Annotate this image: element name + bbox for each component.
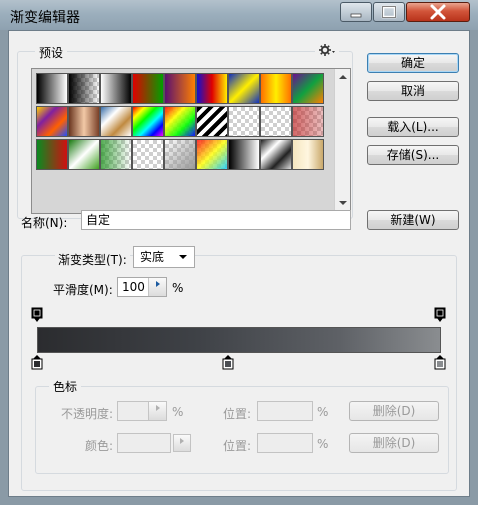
minimize-icon [350, 13, 362, 18]
swatch-blue-yellow-blue[interactable] [228, 73, 260, 104]
opacity-input[interactable] [117, 401, 167, 421]
opacity-stop-left[interactable] [31, 307, 43, 323]
swatch-checker-green[interactable] [100, 139, 132, 170]
close-icon [430, 4, 446, 20]
minimize-button[interactable] [340, 2, 372, 22]
swatch-transparent-stripes[interactable] [196, 106, 228, 137]
triangle-right-icon [180, 438, 184, 444]
swatch-checker-3[interactable] [132, 139, 164, 170]
close-button[interactable] [406, 2, 470, 22]
swatch-checker-red[interactable] [292, 106, 324, 137]
presets-menu-button[interactable] [315, 43, 339, 60]
smoothness-input[interactable]: 100 [117, 277, 167, 297]
opacity-slider-toggle[interactable] [148, 402, 166, 420]
color-picker-toggle[interactable] [173, 434, 191, 452]
swatch-transparent-rainbow[interactable] [164, 106, 196, 137]
swatch-white-black[interactable] [100, 73, 132, 104]
gear-icon [319, 44, 335, 56]
swatch-black-transparent[interactable] [68, 73, 100, 104]
delete-color-stop-button[interactable]: 删除(D) [349, 433, 439, 453]
color-location-input[interactable] [257, 433, 313, 453]
color-stop-label: 色标 [49, 378, 82, 395]
smoothness-value: 100 [122, 280, 145, 294]
gradient-type-value: 实底 [140, 250, 165, 264]
swatch-green-white[interactable] [68, 139, 100, 170]
color-swatch-field[interactable] [117, 433, 171, 453]
swatch-orange-yellow-orange[interactable] [260, 73, 292, 104]
chevron-down-icon [179, 255, 187, 259]
gradient-type-label: 渐变类型(T): [55, 251, 130, 268]
swatch-chrome-2[interactable] [260, 139, 292, 170]
color-label: 颜色: [85, 439, 114, 453]
dialog-client-area: 预设 确定 取消 载入(L)... 存储(S)... 名称(N): 自定 新建(… [8, 30, 470, 497]
name-label: 名称(N): [21, 216, 68, 230]
presets-label: 预设 [35, 44, 68, 61]
color-stop-right[interactable] [434, 354, 446, 370]
swatch-green-red[interactable] [36, 139, 68, 170]
title-bar[interactable]: 渐变编辑器 [0, 0, 478, 30]
opacity-location-input[interactable] [257, 401, 313, 421]
swatch-spectrum[interactable] [132, 106, 164, 137]
swatch-checker-4[interactable] [164, 139, 196, 170]
maximize-icon [381, 5, 397, 19]
color-stop-group [35, 386, 449, 474]
swatch-yellow-violet-orange-blue[interactable] [36, 106, 68, 137]
color-stop-left[interactable] [31, 354, 43, 370]
maximize-button[interactable] [373, 2, 405, 22]
triangle-right-icon [155, 281, 160, 287]
name-input[interactable]: 自定 [81, 210, 351, 230]
scroll-down-icon[interactable] [338, 199, 348, 207]
smoothness-slider-toggle[interactable] [148, 278, 166, 296]
swatch-black-white-2[interactable] [228, 139, 260, 170]
color-midpoint-stop[interactable] [222, 354, 234, 370]
opacity-unit: % [172, 405, 184, 419]
swatch-black-white[interactable] [36, 73, 68, 104]
opacity-location-unit: % [317, 405, 329, 419]
window-title: 渐变编辑器 [10, 10, 80, 26]
swatch-chrome[interactable] [100, 106, 132, 137]
preset-swatch-list[interactable] [31, 68, 351, 214]
preset-scrollbar[interactable] [334, 69, 350, 213]
gradient-type-select[interactable]: 实底 [133, 246, 195, 268]
load-button[interactable]: 载入(L)... [367, 117, 459, 137]
swatch-checker-2[interactable] [260, 106, 292, 137]
opacity-stop-right[interactable] [434, 307, 446, 323]
swatch-blue-red-yellow[interactable] [196, 73, 228, 104]
swatch-red-green[interactable] [132, 73, 164, 104]
swatch-violet-orange[interactable] [164, 73, 196, 104]
color-location-unit: % [317, 437, 329, 451]
ok-button[interactable]: 确定 [367, 53, 459, 73]
new-button[interactable]: 新建(W) [367, 210, 459, 230]
opacity-label: 不透明度: [61, 407, 114, 421]
swatch-gold[interactable] [292, 139, 324, 170]
gradient-editor-window: 渐变编辑器 预设 确定 取消 载入(L)... 存储(S)... 名称(N): … [0, 0, 478, 505]
swatch-copper[interactable] [68, 106, 100, 137]
triangle-right-icon [155, 405, 160, 411]
smoothness-unit: % [172, 281, 184, 295]
swatch-violet-green-orange[interactable] [292, 73, 324, 104]
gradient-preview-bar[interactable] [37, 327, 441, 353]
scroll-up-icon[interactable] [338, 73, 348, 81]
swatch-checker-1[interactable] [228, 106, 260, 137]
color-location-label: 位置: [223, 439, 252, 453]
delete-opacity-stop-button[interactable]: 删除(D) [349, 401, 439, 421]
swatch-transparent-rainbow-2[interactable] [196, 139, 228, 170]
smoothness-label: 平滑度(M): [53, 283, 113, 297]
cancel-button[interactable]: 取消 [367, 81, 459, 101]
opacity-location-label: 位置: [223, 407, 252, 421]
save-button[interactable]: 存储(S)... [367, 145, 459, 165]
